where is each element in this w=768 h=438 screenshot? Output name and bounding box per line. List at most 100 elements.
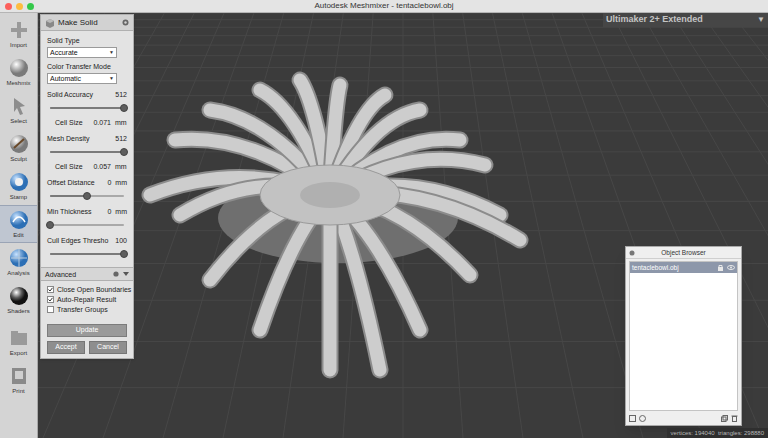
toolbar-label: Meshmix <box>6 79 30 87</box>
viewport[interactable]: Make SolidSolid TypeAccurate▼Color Trans… <box>38 13 768 438</box>
checkbox-row[interactable]: Transfer Groups <box>47 304 127 314</box>
checkbox[interactable] <box>47 296 54 303</box>
dropdown-value: Accurate <box>50 48 78 57</box>
slider-track[interactable] <box>50 195 124 197</box>
toolbar-label: Shaders <box>7 307 29 315</box>
toolbar-label: Select <box>10 117 27 125</box>
toolbar-button[interactable]: Import <box>0 15 37 53</box>
printer-icon <box>8 365 30 387</box>
toolbar-label: Export <box>10 349 27 357</box>
toolbar-button[interactable]: Shaders <box>0 281 37 319</box>
button-row: Accept Cancel <box>47 341 127 354</box>
dropdown[interactable]: Automatic ▼ <box>47 73 117 84</box>
toolbar-button[interactable]: Sculpt <box>0 129 37 167</box>
toolbar-button[interactable]: Edit <box>0 205 37 243</box>
window-controls <box>5 3 34 10</box>
collapse-icon <box>123 271 129 277</box>
slider-track[interactable] <box>50 107 124 109</box>
slider-field: Mesh Density 512 <box>41 130 133 159</box>
field-label: Min Thickness <box>47 207 92 216</box>
export-icon <box>8 327 30 349</box>
field-value: 0 <box>107 207 111 216</box>
panel-title: Make Solid <box>58 17 98 29</box>
toolbar-label: Analysis <box>7 269 29 277</box>
slider-knob[interactable] <box>46 221 54 229</box>
dropdown[interactable]: Accurate▼ <box>47 47 117 58</box>
gear-icon <box>113 271 119 277</box>
window-title: Autodesk Meshmixer - tentaclebowl.obj <box>314 0 453 12</box>
slider-knob[interactable] <box>83 192 91 200</box>
accept-button[interactable]: Accept <box>47 341 85 354</box>
close-icon <box>629 250 635 256</box>
field-unit: mm <box>115 162 127 171</box>
object-name: tentaclebowl.obj <box>632 263 679 273</box>
toolbar-button[interactable]: Analysis <box>0 243 37 281</box>
close-button[interactable] <box>5 3 12 10</box>
duplicate-icon <box>721 415 728 422</box>
toolbar-button[interactable]: Print <box>0 361 37 399</box>
lock-icon <box>717 264 724 271</box>
slider-track[interactable] <box>50 253 124 255</box>
dropdown-value: Automatic <box>50 74 81 83</box>
slider-knob[interactable] <box>120 250 128 258</box>
printer-label: Ultimaker 2+ Extended <box>606 13 703 27</box>
eye-icon <box>727 264 735 271</box>
field-label: Cell Size <box>55 162 87 171</box>
toolbar-button[interactable]: Select <box>0 91 37 129</box>
make-solid-panel: Make SolidSolid TypeAccurate▼Color Trans… <box>40 14 134 359</box>
arrow-icon <box>8 95 30 117</box>
advanced-title: Advanced <box>45 270 76 279</box>
object-browser-header: Object Browser <box>626 247 741 259</box>
update-button[interactable]: Update <box>47 324 127 337</box>
advanced-options: Close Open BoundariesAuto-Repair ResultT… <box>41 281 133 314</box>
field-unit: mm <box>115 207 127 216</box>
field-label: Cell Size <box>55 118 87 127</box>
cancel-button[interactable]: Cancel <box>89 341 127 354</box>
field-value: 100 <box>115 236 127 245</box>
object-row[interactable]: tentaclebowl.obj <box>630 262 737 273</box>
minimize-button[interactable] <box>16 3 23 10</box>
checkbox[interactable] <box>47 286 54 293</box>
toolbar-button[interactable]: Stamp <box>0 167 37 205</box>
field-unit: mm <box>115 118 127 127</box>
advanced-header[interactable]: Advanced <box>41 267 133 281</box>
object-browser-title: Object Browser <box>661 248 705 258</box>
slider-reading: 100 <box>115 236 127 245</box>
checkbox[interactable] <box>47 306 54 313</box>
checkbox-label: Auto-Repair Result <box>57 295 116 304</box>
checkbox-row[interactable]: Auto-Repair Result <box>47 294 127 304</box>
field-value: 0.057 <box>87 162 111 171</box>
brush-icon <box>8 133 30 155</box>
panel-header: Make Solid <box>41 15 133 31</box>
checkbox-row[interactable]: Close Open Boundaries <box>47 284 127 294</box>
gear-icon <box>122 19 129 26</box>
toolbar-button[interactable]: Export <box>0 323 37 361</box>
toolbar-label: Edit <box>13 231 23 239</box>
plus-icon <box>8 19 30 41</box>
slider-track[interactable] <box>50 151 124 153</box>
slider-field: Cull Edges Thresho100 <box>41 232 133 261</box>
checkbox-label: Close Open Boundaries <box>57 285 131 294</box>
toolbar-button[interactable]: Meshmix <box>0 53 37 91</box>
slider-header: Solid Accuracy512 <box>47 90 127 99</box>
select-field: Solid TypeAccurate▼ <box>41 34 133 60</box>
field-value: 512 <box>115 134 127 143</box>
toolbar: Import Meshmix Select SculptStamp Edit Analys… <box>0 13 38 438</box>
layers-icon <box>639 415 646 422</box>
slider-knob[interactable] <box>120 148 128 156</box>
slider-fill <box>50 107 124 109</box>
slider-knob[interactable] <box>120 104 128 112</box>
trash-icon <box>731 415 738 422</box>
slider-field: Offset Distance0mm <box>41 174 133 203</box>
field-label: Mesh Density <box>47 134 89 143</box>
field-label: Offset Distance <box>47 178 95 187</box>
printer-selector[interactable]: Ultimaker 2+ Extended▼ <box>603 13 768 27</box>
slider-header: Min Thickness 0 mm <box>47 207 127 216</box>
field-unit: mm <box>115 178 127 187</box>
dropdown-arrow: ▼ <box>109 75 114 83</box>
zoom-button[interactable] <box>27 3 34 10</box>
slider-reading: 512 <box>115 90 127 99</box>
field-value: 0.071 <box>87 118 111 127</box>
object-list: tentaclebowl.obj <box>629 261 738 411</box>
slider-track[interactable] <box>50 224 124 226</box>
